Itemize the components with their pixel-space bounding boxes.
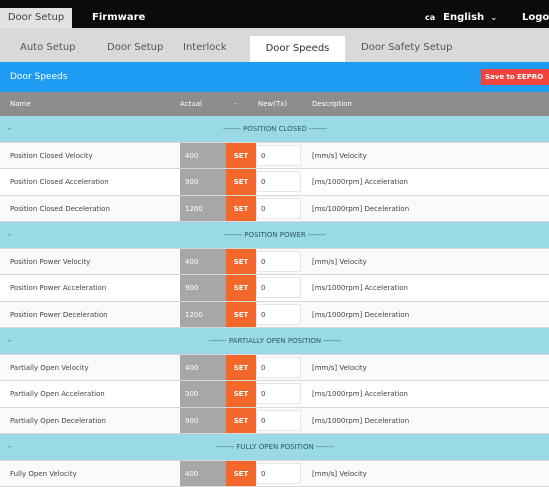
- table-row: Partially Open Acceleration 300SET0 [ms/10…: [0, 381, 549, 408]
- section-title: ------- PARTIALLY OPEN POSITION -------: [180, 328, 370, 354]
- set-button[interactable]: SET: [226, 302, 256, 328]
- tab-door-setup-sub[interactable]: Door Setup: [107, 34, 163, 62]
- param-description: [ms/1000rpm] Deceleration: [312, 196, 409, 222]
- tab-interlock[interactable]: Interlock: [183, 34, 227, 62]
- actual-value: 900: [180, 275, 226, 301]
- section-collapse-toggle[interactable]: -: [8, 116, 11, 142]
- section-row: - ------- PARTIALLY OPEN POSITION -------: [0, 328, 549, 355]
- set-button[interactable]: SET: [226, 196, 256, 222]
- param-name: Position Power Acceleration: [10, 275, 106, 301]
- param-name: Position Closed Velocity: [10, 143, 93, 169]
- new-value-input[interactable]: 0: [256, 251, 301, 272]
- table-row: Partially Open Velocity 400SET0 [mm/s] Vel…: [0, 355, 549, 382]
- table-row: Position Closed Velocity 400SET0 [mm/s] Ve…: [0, 143, 549, 170]
- table-header: Name Actual - New(Tx) Description: [0, 92, 549, 116]
- param-description: [ms/1000rpm] Acceleration: [312, 169, 408, 195]
- param-description: [mm/s] Velocity: [312, 461, 367, 487]
- section-title: ------- POSITION CLOSED -------: [180, 116, 370, 142]
- col-name: Name: [10, 92, 31, 116]
- param-description: [ms/1000rpm] Acceleration: [312, 381, 408, 407]
- section-title: ------- FULLY OPEN POSITION -------: [180, 434, 370, 460]
- set-button[interactable]: SET: [226, 275, 256, 301]
- col-new: New(Tx): [258, 92, 287, 116]
- tab-door-speeds[interactable]: Door Speeds: [250, 36, 345, 62]
- set-button[interactable]: SET: [226, 355, 256, 381]
- save-to-eeprom-button[interactable]: Save to EEPRO: [481, 69, 549, 85]
- new-value-input[interactable]: 0: [256, 383, 301, 404]
- actual-value: 1200: [180, 302, 226, 328]
- col-dash: -: [234, 92, 237, 116]
- settings-tabs: Auto Setup Door Setup Interlock Door Spe…: [0, 28, 549, 62]
- param-name: Partially Open Velocity: [10, 355, 89, 381]
- actual-value: 400: [180, 143, 226, 169]
- tab-door-setup[interactable]: Door Setup: [0, 8, 72, 28]
- new-value-input[interactable]: 0: [256, 171, 301, 192]
- actual-value: 400: [180, 249, 226, 275]
- param-name: Partially Open Deceleration: [10, 408, 106, 434]
- actual-value: 300: [180, 381, 226, 407]
- set-button[interactable]: SET: [226, 169, 256, 195]
- section-collapse-toggle[interactable]: -: [8, 434, 11, 460]
- param-name: Partially Open Acceleration: [10, 381, 105, 407]
- new-value-input[interactable]: 0: [256, 145, 301, 166]
- param-name: Fully Open Velocity: [10, 461, 77, 487]
- language-label: English: [443, 12, 484, 23]
- tab-auto-setup[interactable]: Auto Setup: [20, 34, 76, 62]
- top-navigation-bar: Door Setup Firmware ca English ⌄ Logo: [0, 0, 549, 28]
- param-name: Position Closed Acceleration: [10, 169, 109, 195]
- param-name: Position Power Velocity: [10, 249, 90, 275]
- language-code: ca: [425, 13, 435, 22]
- section-row: - ------- POSITION CLOSED -------: [0, 116, 549, 143]
- col-description: Description: [312, 92, 352, 116]
- tab-door-safety-setup[interactable]: Door Safety Setup: [361, 34, 453, 62]
- section-collapse-toggle[interactable]: -: [8, 222, 11, 248]
- new-value-input[interactable]: 0: [256, 463, 301, 484]
- table-row: Position Power Deceleration 1200SET0 [ms/1…: [0, 302, 549, 329]
- section-header: Door Speeds Save to EEPRO: [0, 62, 549, 92]
- param-name: Position Power Deceleration: [10, 302, 108, 328]
- set-button[interactable]: SET: [226, 381, 256, 407]
- set-button[interactable]: SET: [226, 249, 256, 275]
- actual-value: 400: [180, 461, 226, 487]
- param-description: [mm/s] Velocity: [312, 249, 367, 275]
- param-name: Position Closed Deceleration: [10, 196, 110, 222]
- section-title: Door Speeds: [10, 62, 67, 92]
- col-actual: Actual: [180, 92, 202, 116]
- new-value-input[interactable]: 0: [256, 304, 301, 325]
- table-row: Fully Open Velocity 400SET0 [mm/s] Velocit…: [0, 461, 549, 487]
- language-selector[interactable]: ca English: [425, 8, 484, 28]
- section-row: - ------- POSITION POWER -------: [0, 222, 549, 249]
- section-title: ------- POSITION POWER -------: [180, 222, 370, 248]
- section-collapse-toggle[interactable]: -: [8, 328, 11, 354]
- param-description: [mm/s] Velocity: [312, 355, 367, 381]
- table-row: Partially Open Deceleration 900SET0 [ms/10…: [0, 408, 549, 435]
- set-button[interactable]: SET: [226, 143, 256, 169]
- table-row: Position Closed Acceleration 900SET0 [ms/1…: [0, 169, 549, 196]
- param-description: [ms/1000rpm] Acceleration: [312, 275, 408, 301]
- actual-value: 1200: [180, 196, 226, 222]
- section-row: - ------- FULLY OPEN POSITION -------: [0, 434, 549, 461]
- param-description: [ms/1000rpm] Deceleration: [312, 302, 409, 328]
- table-row: Position Power Acceleration 900SET0 [ms/10…: [0, 275, 549, 302]
- param-description: [mm/s] Velocity: [312, 143, 367, 169]
- set-button[interactable]: SET: [226, 461, 256, 487]
- speeds-table: -------- POSITION CLOSED -------Position…: [0, 116, 549, 487]
- new-value-input[interactable]: 0: [256, 277, 301, 298]
- actual-value: 400: [180, 355, 226, 381]
- new-value-input[interactable]: 0: [256, 198, 301, 219]
- actual-value: 900: [180, 408, 226, 434]
- table-row: Position Power Velocity 400SET0 [mm/s] Vel…: [0, 249, 549, 276]
- new-value-input[interactable]: 0: [256, 357, 301, 378]
- tab-firmware[interactable]: Firmware: [92, 8, 145, 28]
- table-row: Position Closed Deceleration 1200SET0 [ms/…: [0, 196, 549, 223]
- new-value-input[interactable]: 0: [256, 410, 301, 431]
- param-description: [ms/1000rpm] Deceleration: [312, 408, 409, 434]
- chevron-down-icon[interactable]: ⌄: [490, 8, 498, 28]
- set-button[interactable]: SET: [226, 408, 256, 434]
- actual-value: 900: [180, 169, 226, 195]
- logout-link[interactable]: Logo: [522, 8, 549, 28]
